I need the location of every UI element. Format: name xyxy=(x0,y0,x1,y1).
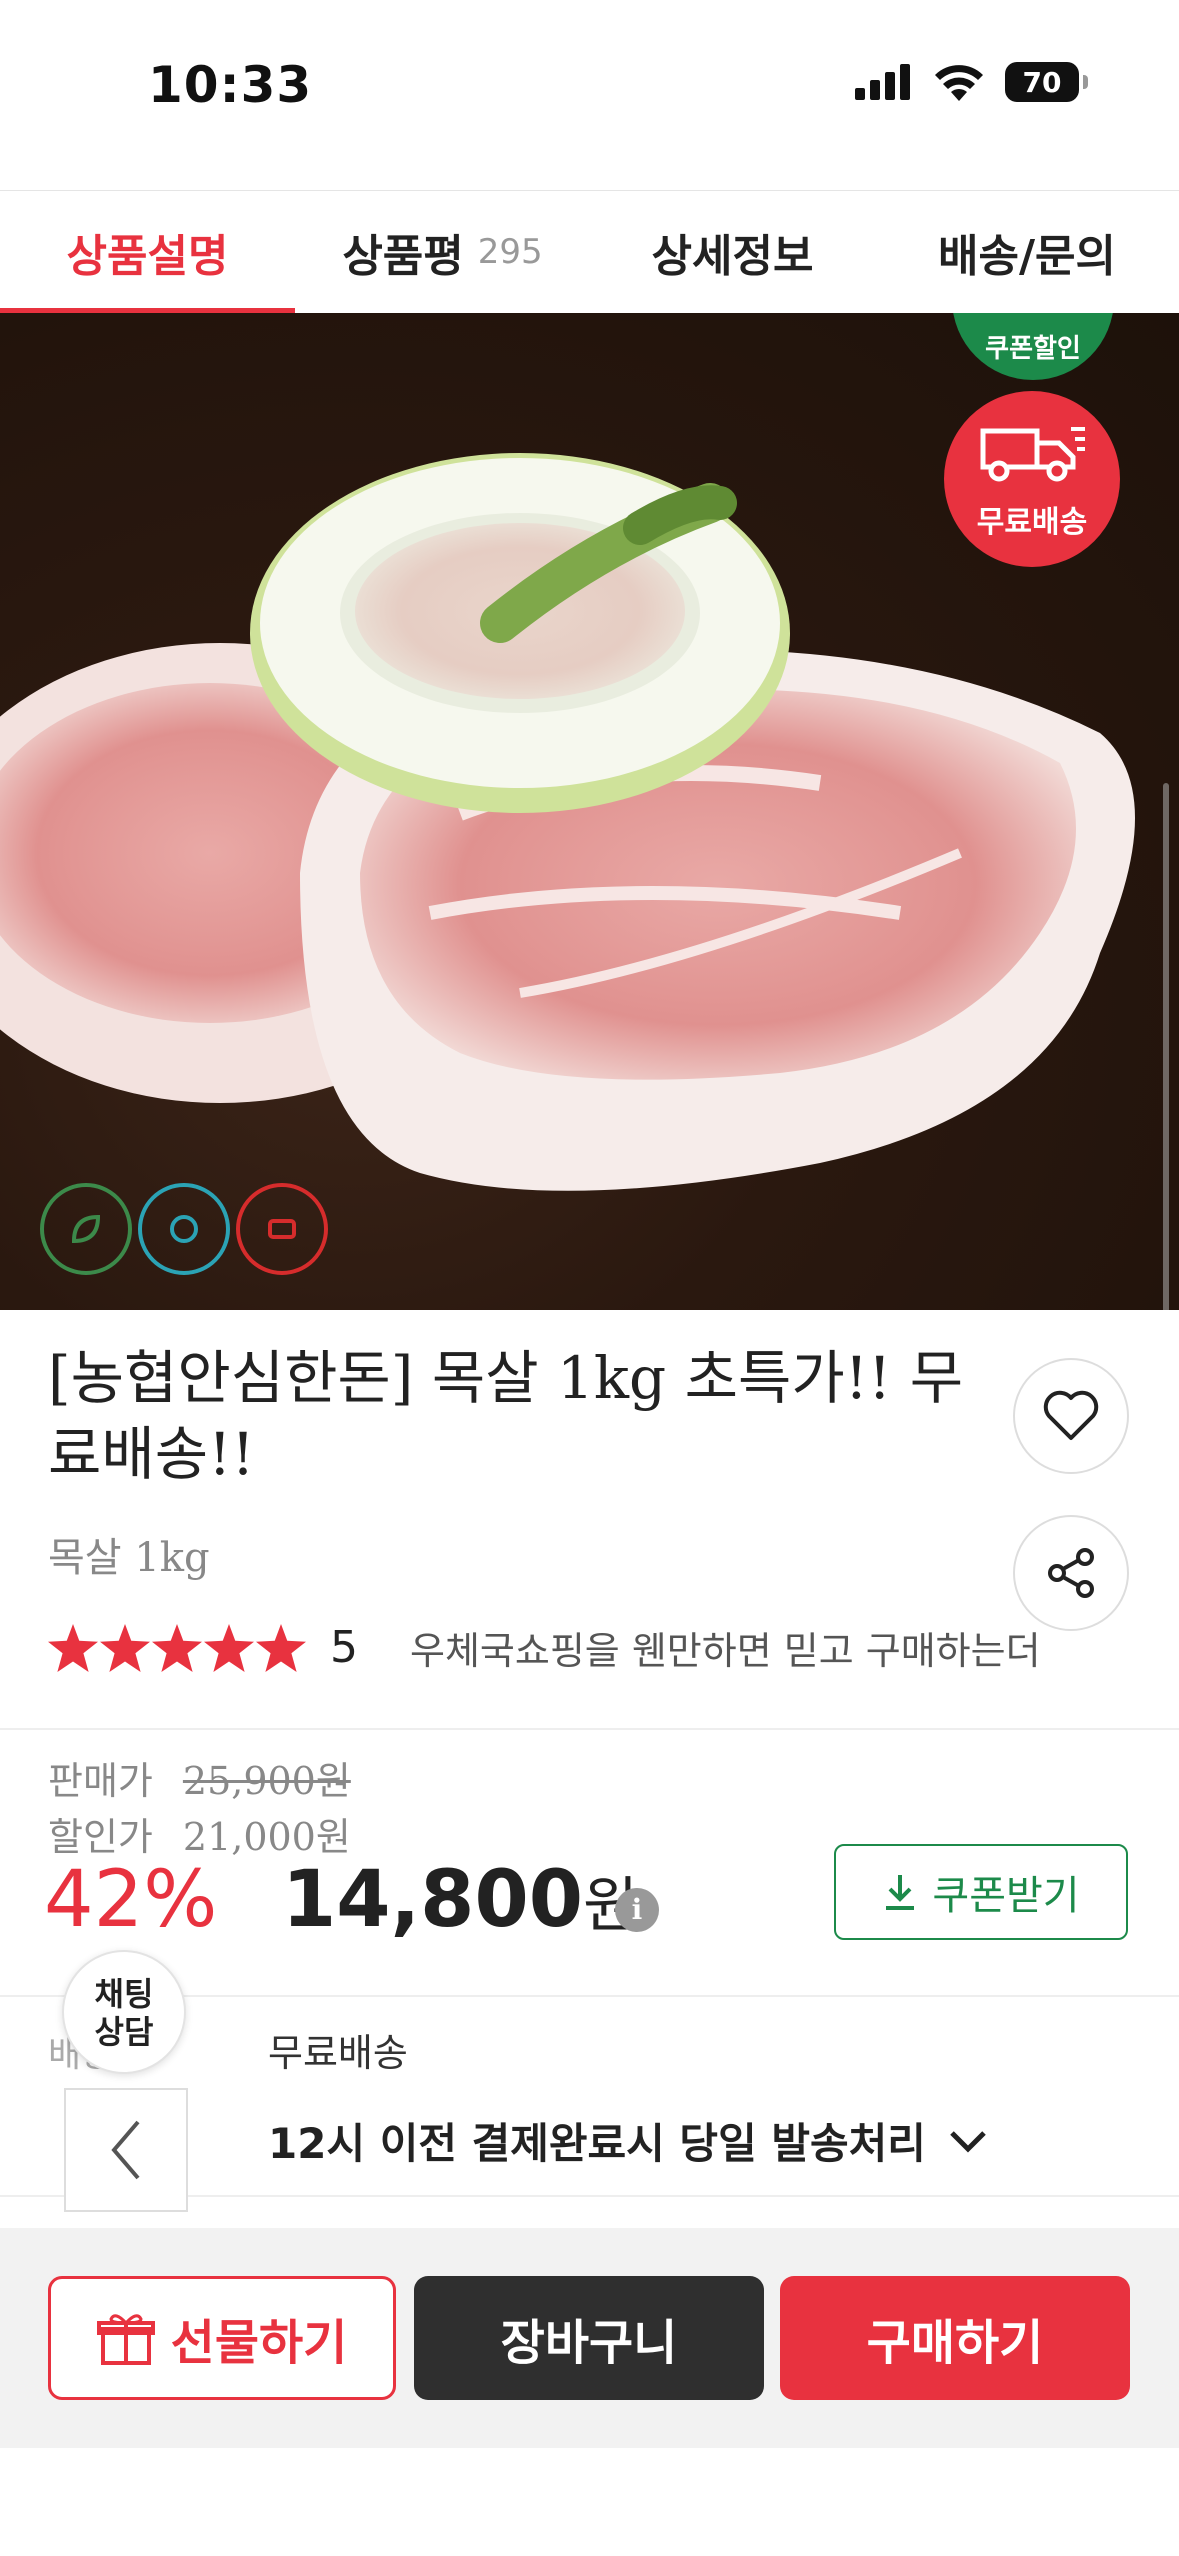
final-price: 14,800원 xyxy=(282,1855,638,1945)
product-option: 목살 1kg xyxy=(48,1535,210,1581)
product-title: [농협안심한돈] 목살 1kg 초특가!! 무료배송!! xyxy=(48,1344,964,1488)
status-time: 10:33 xyxy=(148,56,313,114)
truck-icon xyxy=(980,427,1085,482)
heart-icon xyxy=(1043,1390,1099,1440)
discount-price-row: 할인가 21,000원 xyxy=(48,1806,351,1861)
gift-button[interactable]: 선물하기 xyxy=(48,2276,396,2400)
chat-consult-line2: 상담 xyxy=(94,2013,154,2051)
free-shipping-badge: 무료배송 xyxy=(944,391,1120,567)
star-icon xyxy=(204,1623,254,1672)
shipping-note[interactable]: 12시 이전 결제완료시 당일 발송처리 xyxy=(268,2110,988,2171)
tab-reviews[interactable]: 상품평 295 xyxy=(295,191,590,313)
gift-button-label: 선물하기 xyxy=(170,2315,348,2371)
divider xyxy=(0,1728,1179,1730)
tab-details[interactable]: 상세정보 xyxy=(590,191,875,313)
sale-price-label: 판매가 xyxy=(48,1759,153,1803)
download-icon xyxy=(886,1875,915,1910)
chevron-left-icon xyxy=(111,2120,140,2180)
product-tabs: 상품설명 상품평 295 상세정보 배송/문의 xyxy=(0,190,1179,316)
star-icon xyxy=(100,1623,150,1672)
bottom-action-bar: 선물하기 장바구니 구매하기 xyxy=(0,2228,1179,2448)
free-shipping-badge-label: 무료배송 xyxy=(976,505,1088,540)
price-info-icon[interactable]: i xyxy=(615,1888,659,1932)
tab-shipping-inquiry[interactable]: 배송/문의 xyxy=(875,191,1179,313)
star-icon xyxy=(152,1623,202,1672)
battery-icon: 70 xyxy=(1005,62,1088,102)
certification-icons xyxy=(40,1183,328,1275)
buy-now-button[interactable]: 구매하기 xyxy=(780,2276,1130,2400)
tab-reviews-label: 상품평 xyxy=(342,231,464,282)
chevron-down-icon xyxy=(950,2130,986,2153)
back-button[interactable] xyxy=(64,2088,188,2212)
sale-price-value: 25,900원 xyxy=(182,1759,351,1803)
gift-icon xyxy=(96,2314,155,2365)
tab-shipping-inquiry-label: 배송/문의 xyxy=(938,231,1116,282)
star-icon xyxy=(256,1623,306,1672)
sale-price-row: 판매가 25,900원 xyxy=(48,1750,351,1805)
coupon-download-button[interactable]: 쿠폰받기 xyxy=(834,1844,1128,1940)
rating-stars xyxy=(48,1623,306,1672)
tab-details-label: 상세정보 xyxy=(651,231,814,282)
shipping-note-text: 12시 이전 결제완료시 당일 발송처리 xyxy=(268,2119,926,2168)
wifi-icon xyxy=(935,65,983,101)
product-image[interactable]: 쿠폰할인 무료배송 xyxy=(0,313,1179,1310)
cellular-signal-icon xyxy=(855,64,910,100)
eco-cert-icon xyxy=(40,1183,132,1275)
haccp-cert-icon xyxy=(138,1183,230,1275)
discount-price-value: 21,000원 xyxy=(182,1815,351,1859)
coupon-discount-badge-label: 쿠폰할인 xyxy=(985,334,1081,364)
home-indicator-area xyxy=(0,2448,1179,2556)
tab-description-label: 상품설명 xyxy=(66,231,229,282)
add-to-cart-button[interactable]: 장바구니 xyxy=(414,2276,764,2400)
chat-consult-line1: 채팅 xyxy=(94,1975,154,2013)
final-price-amount: 14,800 xyxy=(282,1855,583,1945)
tab-description[interactable]: 상품설명 xyxy=(0,191,295,316)
tab-reviews-count: 295 xyxy=(477,232,543,272)
share-button[interactable] xyxy=(1013,1515,1129,1631)
scrollbar[interactable] xyxy=(1163,783,1169,1310)
review-snippet[interactable]: 우체국쇼핑을 웬만하면 믿고 구매하는더 xyxy=(410,1620,1041,1675)
coupon-download-label: 쿠폰받기 xyxy=(932,1873,1080,1919)
rating-row[interactable]: 5 우체국쇼핑을 웬만하면 믿고 구매하는더 xyxy=(48,1620,1041,1675)
wishlist-button[interactable] xyxy=(1013,1358,1129,1474)
status-bar: 10:33 70 xyxy=(0,0,1179,185)
buy-now-label: 구매하기 xyxy=(866,2315,1044,2371)
shipping-value: 무료배송 xyxy=(268,2031,408,2075)
status-icons: 70 xyxy=(855,62,1088,102)
discount-rate: 42% xyxy=(44,1855,218,1945)
chat-consult-button[interactable]: 채팅 상담 xyxy=(62,1950,186,2074)
share-icon xyxy=(1048,1548,1094,1598)
add-to-cart-label: 장바구니 xyxy=(500,2315,678,2371)
star-icon xyxy=(48,1623,98,1672)
quality-cert-icon xyxy=(236,1183,328,1275)
discount-price-label: 할인가 xyxy=(48,1815,153,1859)
rating-score: 5 xyxy=(330,1622,358,1673)
